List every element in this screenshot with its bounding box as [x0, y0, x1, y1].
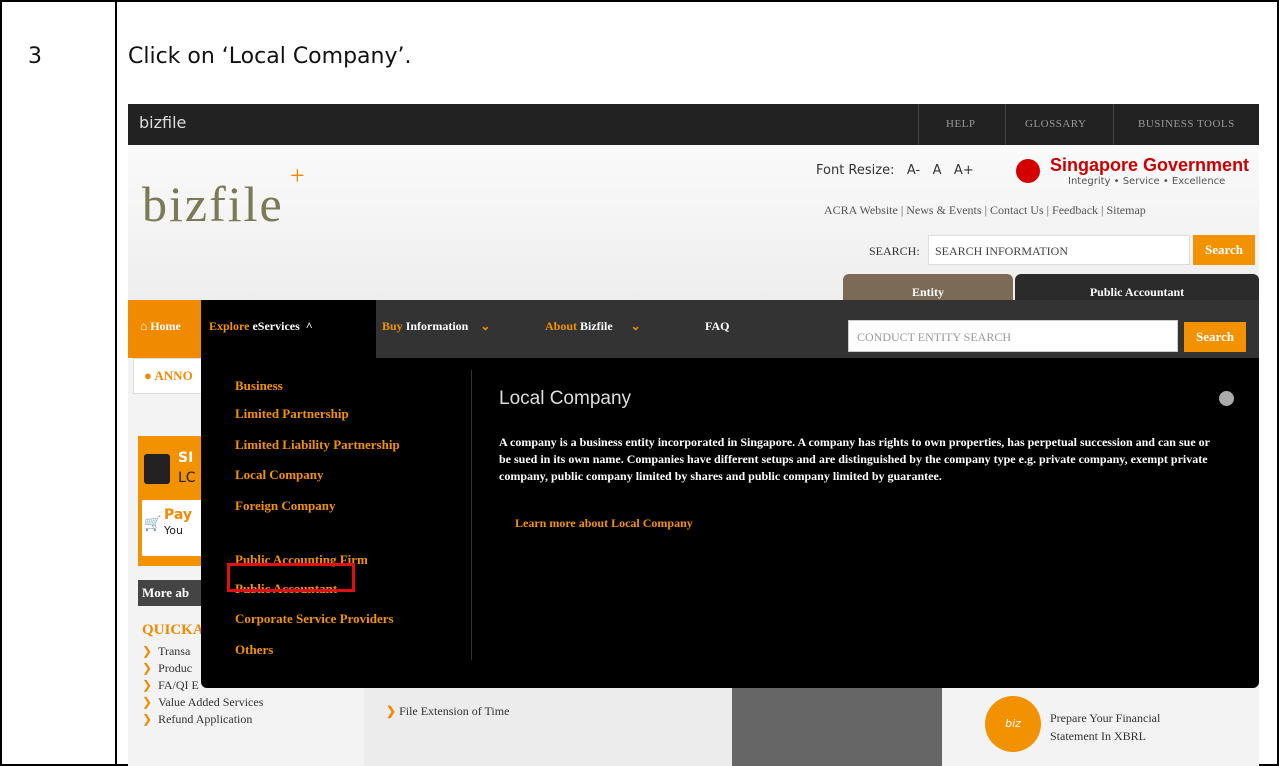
nav-about-bizfile[interactable]: About Bizfile ⌄: [545, 319, 641, 334]
menu-item-business[interactable]: Business: [235, 378, 283, 394]
microphone-icon: ●: [144, 368, 152, 383]
font-resize-label: Font Resize:: [816, 163, 895, 178]
sitemap-link[interactable]: Sitemap: [1106, 203, 1145, 217]
contact-us-link[interactable]: Contact Us: [990, 203, 1044, 217]
lock-icon: [144, 454, 170, 484]
quick-access-title: QUICKA: [142, 622, 204, 638]
pay-sublabel: You: [164, 524, 183, 537]
cart-icon: 🛒: [144, 516, 162, 532]
font-resize: Font Resize: A- A A+: [816, 163, 974, 178]
close-icon[interactable]: [1219, 391, 1234, 406]
step-instruction: Click on ‘Local Company’.: [128, 44, 412, 69]
brand-label: bizfile: [139, 113, 187, 132]
chevron-down-icon: ⌄: [471, 319, 491, 333]
bizfile-logo[interactable]: bizfile +: [142, 161, 305, 233]
file-extension-link: ❯ File Extension of Time: [386, 704, 510, 718]
search-label: SEARCH:: [869, 244, 920, 258]
lion-head-icon: [1016, 159, 1040, 183]
file-extension-panel[interactable]: ❯ File Extension of Time: [364, 686, 942, 766]
menu-item-others[interactable]: Others: [235, 642, 273, 658]
bizfile-screenshot: bizfile HELP GLOSSARY BUSINESS TOOLS biz…: [128, 104, 1259, 766]
divider: [1005, 104, 1006, 145]
chevron-down-icon: ⌄: [615, 319, 641, 333]
menu-detail-title: Local Company: [499, 388, 632, 409]
header-links: ACRA Website | News & Events | Contact U…: [824, 203, 1146, 217]
signin-label: SI: [178, 450, 194, 466]
eservices-mega-menu: Business Limited Partnership Limited Lia…: [201, 358, 1259, 688]
search-input[interactable]: SEARCH INFORMATION: [928, 235, 1190, 265]
table-border: [0, 0, 1279, 2]
gov-tagline: Integrity • Service • Excellence: [1068, 176, 1226, 187]
list-item[interactable]: ❯ Refund Application: [142, 711, 263, 728]
menu-detail-description: A company is a business entity incorpora…: [499, 435, 1210, 483]
menu-divider: [471, 370, 472, 660]
menu-item-limited-partnership[interactable]: Limited Partnership: [235, 406, 349, 422]
business-tools-link[interactable]: BUSINESS TOOLS: [1138, 118, 1235, 130]
divider: [918, 104, 919, 145]
font-decrease-button[interactable]: A-: [907, 163, 920, 178]
entity-search-button[interactable]: Search: [1184, 322, 1246, 352]
chevron-up-icon: ^: [302, 319, 313, 333]
menu-item-corporate-service-providers[interactable]: Corporate Service Providers: [235, 611, 394, 627]
menu-item-limited-liability-partnership[interactable]: Limited Liability Partnership: [235, 437, 400, 453]
logo-text: bizfile: [142, 176, 284, 232]
search-button[interactable]: Search: [1193, 235, 1255, 265]
table-column-divider: [115, 0, 117, 766]
nav-home[interactable]: ⌂ Home: [128, 300, 201, 358]
font-increase-button[interactable]: A+: [954, 163, 974, 178]
gov-title: Singapore Government: [1050, 155, 1250, 175]
nav-faq[interactable]: FAQ: [705, 319, 729, 334]
top-bar: bizfile HELP GLOSSARY BUSINESS TOOLS: [128, 104, 1259, 145]
learn-more-link[interactable]: Learn more about Local Company: [515, 516, 693, 531]
signin-sublabel: LC: [178, 470, 196, 486]
banner-image: [732, 686, 942, 766]
home-icon: ⌂: [140, 319, 148, 333]
menu-item-local-company[interactable]: Local Company: [235, 467, 323, 483]
help-link[interactable]: HELP: [946, 118, 976, 130]
highlight-box: [227, 563, 355, 592]
step-number: 3: [28, 44, 42, 69]
divider: [1113, 104, 1114, 145]
list-item[interactable]: ❯ Value Added Services: [142, 694, 263, 711]
pay-label: Pay: [164, 507, 193, 523]
acra-website-link[interactable]: ACRA Website: [824, 203, 898, 217]
menu-item-foreign-company[interactable]: Foreign Company: [235, 498, 336, 514]
nav-explore-eservices[interactable]: Explore eServices ^: [201, 300, 376, 358]
plus-icon: +: [290, 161, 307, 190]
xbrl-link[interactable]: Prepare Your Financial Statement In XBRL: [1050, 709, 1160, 745]
xbrl-badge[interactable]: biz: [985, 696, 1041, 752]
font-normal-button[interactable]: A: [933, 163, 942, 178]
feedback-link[interactable]: Feedback: [1052, 203, 1098, 217]
nav-buy-information[interactable]: Buy Information ⌄: [382, 319, 490, 334]
glossary-link[interactable]: GLOSSARY: [1025, 118, 1086, 130]
entity-search-input[interactable]: CONDUCT ENTITY SEARCH: [848, 320, 1178, 352]
news-events-link[interactable]: News & Events: [906, 203, 981, 217]
